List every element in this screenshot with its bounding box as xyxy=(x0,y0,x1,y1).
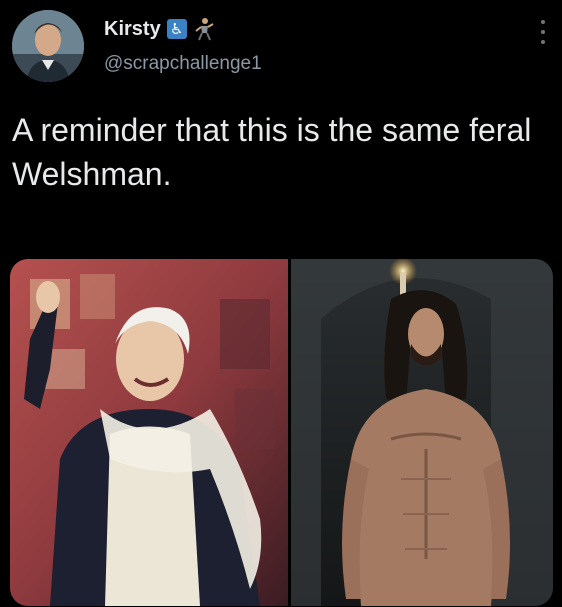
photo-left[interactable] xyxy=(10,259,288,606)
tweet-card: Kirsty ♿ @scrapchallenge1 A reminder tha… xyxy=(0,0,562,607)
media-grid xyxy=(10,259,553,606)
tweet-text: A reminder that this is the same feral W… xyxy=(12,112,532,192)
author-name-row: Kirsty ♿ xyxy=(104,17,215,41)
author-display-name[interactable]: Kirsty xyxy=(104,18,161,41)
photo-right[interactable] xyxy=(291,259,553,606)
figure-emoji-icon xyxy=(193,17,215,41)
more-options-icon[interactable] xyxy=(538,20,548,44)
author-avatar[interactable] xyxy=(12,10,84,82)
author-handle[interactable]: @scrapchallenge1 xyxy=(104,53,262,75)
wheelchair-symbol-icon: ♿ xyxy=(166,19,187,39)
